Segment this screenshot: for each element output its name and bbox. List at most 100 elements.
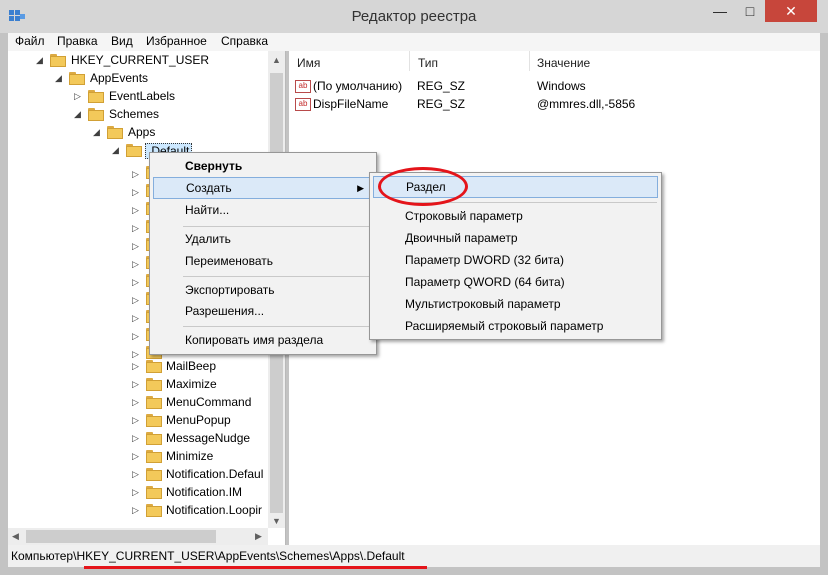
string-value-icon: ab bbox=[295, 98, 311, 111]
folder-icon bbox=[146, 450, 162, 463]
collapse-arrow-icon[interactable]: ◢ bbox=[93, 127, 103, 138]
tree-node-label: MenuPopup bbox=[166, 413, 231, 427]
column-header-type[interactable]: Тип bbox=[418, 56, 438, 70]
tree-horizontal-scrollbar[interactable]: ◀ ▶ bbox=[8, 528, 268, 545]
value-type: REG_SZ bbox=[417, 79, 466, 93]
expand-arrow-icon[interactable]: ▷ bbox=[132, 331, 142, 342]
expand-arrow-icon[interactable]: ▷ bbox=[132, 361, 142, 372]
menu-item-copy-key-name[interactable]: Копировать имя раздела bbox=[153, 329, 373, 351]
menu-separator bbox=[183, 276, 372, 277]
folder-icon bbox=[146, 486, 162, 499]
status-bar: Компьютер\HKEY_CURRENT_USER\AppEvents\Sc… bbox=[8, 545, 820, 567]
expand-arrow-icon[interactable]: ▷ bbox=[132, 505, 142, 516]
window-title: Редактор реестра bbox=[351, 8, 477, 25]
expand-arrow-icon[interactable]: ▷ bbox=[132, 223, 142, 234]
folder-icon bbox=[146, 396, 162, 409]
string-value-icon: ab bbox=[295, 80, 311, 93]
scroll-down-icon[interactable]: ▼ bbox=[272, 516, 281, 526]
expand-arrow-icon[interactable]: ▷ bbox=[132, 277, 142, 288]
menu-separator bbox=[183, 326, 372, 327]
folder-icon bbox=[69, 72, 85, 85]
column-separator[interactable] bbox=[529, 51, 530, 71]
collapse-arrow-icon[interactable]: ◢ bbox=[74, 109, 84, 120]
expand-arrow-icon[interactable]: ▷ bbox=[132, 397, 142, 408]
submenu-item-qword-value[interactable]: Параметр QWORD (64 бита) bbox=[373, 271, 658, 293]
folder-icon bbox=[146, 378, 162, 391]
column-header-name[interactable]: Имя bbox=[297, 56, 320, 70]
folder-icon bbox=[88, 108, 104, 121]
tree-node-label: AppEvents bbox=[90, 71, 149, 85]
menu-item-new[interactable]: Создать ▶ bbox=[153, 177, 373, 199]
submenu-item-dword-value[interactable]: Параметр DWORD (32 бита) bbox=[373, 249, 658, 271]
collapse-arrow-icon[interactable]: ◢ bbox=[36, 55, 46, 66]
submenu-item-binary-value[interactable]: Двоичный параметр bbox=[373, 227, 658, 249]
collapse-arrow-icon[interactable]: ◢ bbox=[55, 73, 65, 84]
status-path: Компьютер\HKEY_CURRENT_USER\AppEvents\Sc… bbox=[11, 549, 405, 563]
menu-separator bbox=[183, 226, 372, 227]
menu-view[interactable]: Вид bbox=[111, 34, 133, 48]
value-name: DispFileName bbox=[313, 97, 389, 111]
expand-arrow-icon[interactable]: ▷ bbox=[74, 91, 84, 102]
tree-node-label: MailBeep bbox=[166, 359, 217, 373]
scroll-right-icon[interactable]: ▶ bbox=[255, 531, 262, 542]
expand-arrow-icon[interactable]: ▷ bbox=[132, 241, 142, 252]
menu-help[interactable]: Справка bbox=[221, 34, 268, 48]
folder-icon bbox=[146, 468, 162, 481]
submenu-item-multistring-value[interactable]: Мультистроковый параметр bbox=[373, 293, 658, 315]
menu-edit[interactable]: Правка bbox=[57, 34, 98, 48]
expand-arrow-icon[interactable]: ▷ bbox=[132, 295, 142, 306]
tree-node-label: Apps bbox=[128, 125, 156, 139]
menu-item-find[interactable]: Найти... bbox=[153, 199, 373, 221]
folder-open-icon bbox=[126, 144, 142, 157]
value-data: Windows bbox=[537, 79, 586, 93]
expand-arrow-icon[interactable]: ▷ bbox=[132, 469, 142, 480]
expand-arrow-icon[interactable]: ▷ bbox=[132, 415, 142, 426]
folder-icon bbox=[146, 360, 162, 373]
expand-arrow-icon[interactable]: ▷ bbox=[132, 379, 142, 390]
minimize-button[interactable]: — bbox=[705, 0, 735, 22]
column-separator[interactable] bbox=[409, 51, 410, 71]
tree-node-label: Schemes bbox=[109, 107, 160, 121]
submenu-item-expandable-string-value[interactable]: Расширяемый строковый параметр bbox=[373, 315, 658, 337]
expand-arrow-icon[interactable]: ▷ bbox=[132, 451, 142, 462]
menu-item-export[interactable]: Экспортировать bbox=[153, 279, 373, 301]
menu-item-collapse[interactable]: Свернуть bbox=[153, 155, 373, 177]
menu-item-new-label: Создать bbox=[186, 181, 232, 195]
folder-icon bbox=[146, 504, 162, 517]
column-header-value[interactable]: Значение bbox=[537, 56, 590, 70]
expand-arrow-icon[interactable]: ▷ bbox=[132, 187, 142, 198]
scroll-up-icon[interactable]: ▲ bbox=[272, 55, 281, 65]
submenu-item-string-value[interactable]: Строковый параметр bbox=[373, 205, 658, 227]
close-button[interactable]: ✕ bbox=[765, 0, 817, 22]
menu-file[interactable]: Файл bbox=[15, 34, 45, 48]
regedit-window: Редактор реестра — □ ✕ Файл Правка Вид И… bbox=[0, 0, 828, 575]
expand-arrow-icon[interactable]: ▷ bbox=[132, 349, 142, 360]
tree-node-label: Notification.IM bbox=[166, 485, 243, 499]
folder-icon bbox=[146, 432, 162, 445]
expand-arrow-icon[interactable]: ▷ bbox=[132, 313, 142, 324]
expand-arrow-icon[interactable]: ▷ bbox=[132, 205, 142, 216]
scroll-left-icon[interactable]: ◀ bbox=[12, 531, 19, 542]
highlight-circle-annotation bbox=[378, 167, 468, 206]
expand-arrow-icon[interactable]: ▷ bbox=[132, 487, 142, 498]
folder-icon bbox=[50, 54, 66, 67]
title-bar[interactable]: Редактор реестра — □ ✕ bbox=[0, 0, 828, 33]
menu-favorites[interactable]: Избранное bbox=[146, 34, 207, 48]
value-row[interactable]: ab DispFileName REG_SZ @mmres.dll,-5856 bbox=[289, 95, 820, 113]
expand-arrow-icon[interactable]: ▷ bbox=[132, 169, 142, 180]
value-row[interactable]: ab (По умолчанию) REG_SZ Windows bbox=[289, 77, 820, 95]
menu-item-rename[interactable]: Переименовать bbox=[153, 250, 373, 272]
collapse-arrow-icon[interactable]: ◢ bbox=[112, 145, 122, 156]
menu-item-delete[interactable]: Удалить bbox=[153, 228, 373, 250]
menu-item-permissions[interactable]: Разрешения... bbox=[153, 300, 373, 322]
folder-icon bbox=[146, 414, 162, 427]
highlight-underline-annotation bbox=[84, 566, 427, 569]
value-type: REG_SZ bbox=[417, 97, 466, 111]
tree-node-label: Notification.Loopir bbox=[166, 503, 263, 517]
expand-arrow-icon[interactable]: ▷ bbox=[132, 259, 142, 270]
submenu-arrow-icon: ▶ bbox=[357, 183, 364, 193]
tree-horizontal-scroll-thumb[interactable] bbox=[26, 530, 216, 543]
maximize-button[interactable]: □ bbox=[735, 0, 765, 22]
folder-icon bbox=[88, 90, 104, 103]
expand-arrow-icon[interactable]: ▷ bbox=[132, 433, 142, 444]
